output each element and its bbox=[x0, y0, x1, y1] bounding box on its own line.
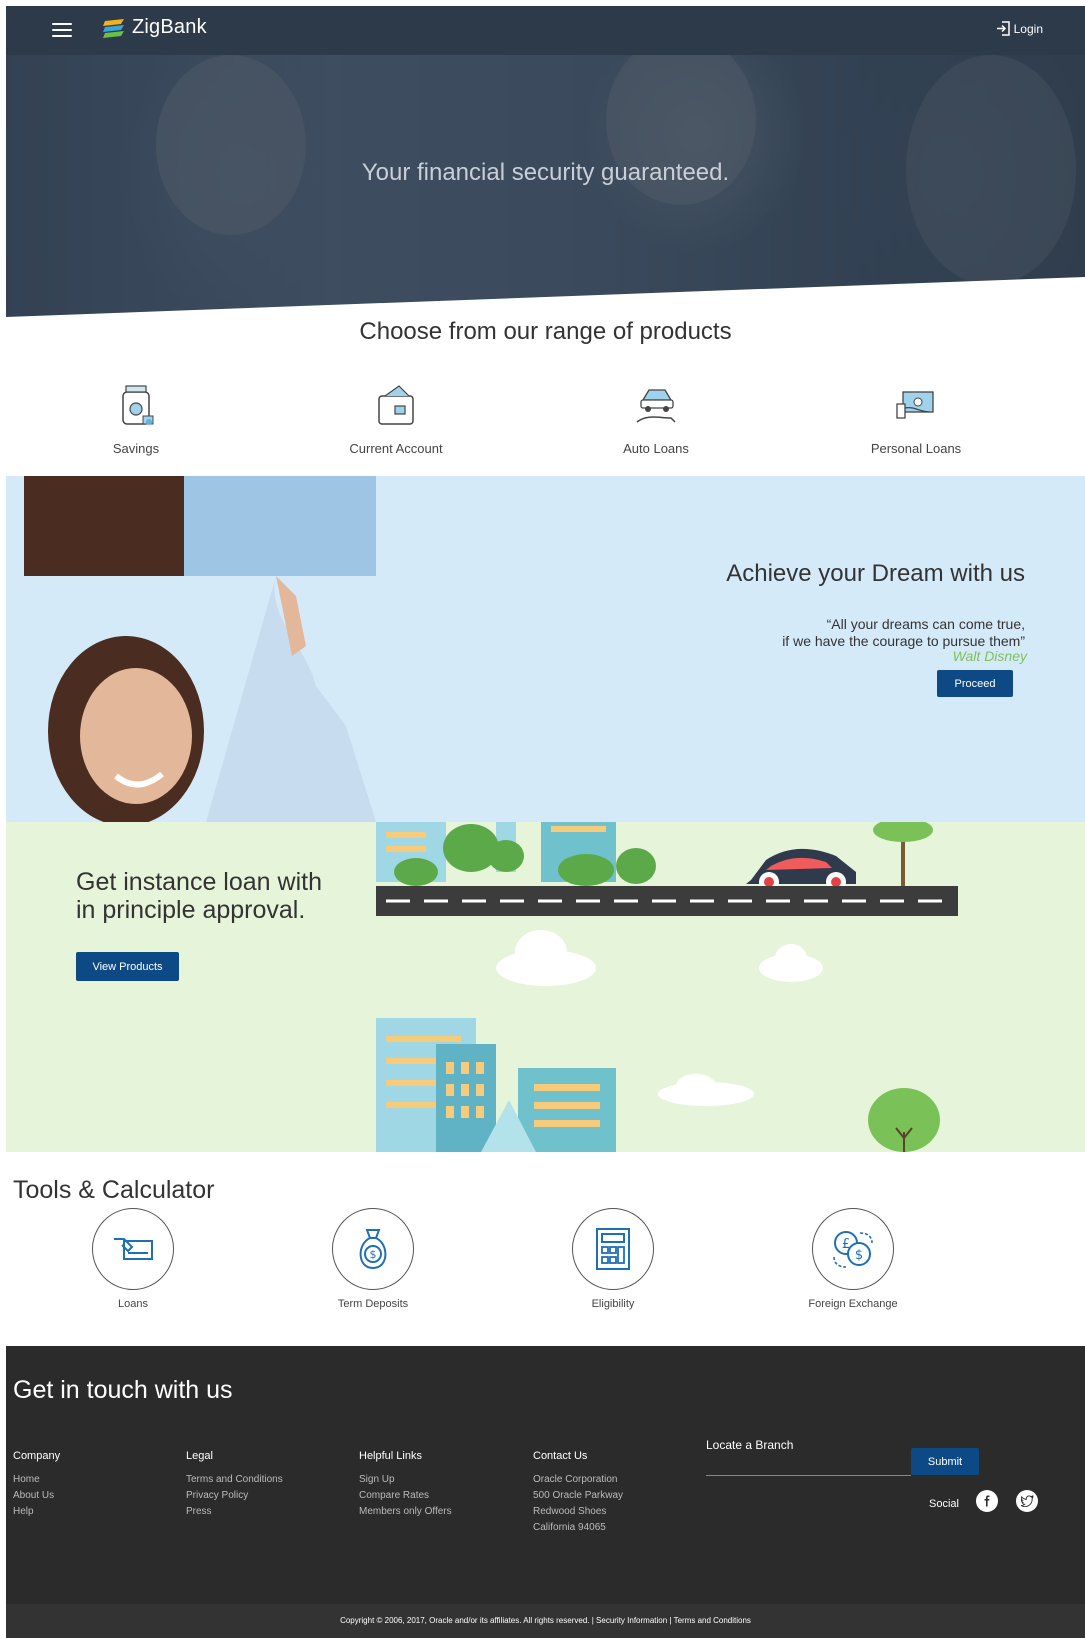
contact-line: Oracle Corporation bbox=[533, 1474, 618, 1485]
product-label: Auto Loans bbox=[623, 441, 689, 456]
twitter-icon[interactable] bbox=[1016, 1490, 1038, 1512]
loan-title-line-1: Get instance loan with bbox=[76, 868, 322, 896]
copyright-text: Copyright © 2006, 2017, Oracle and/or it… bbox=[340, 1616, 594, 1625]
security-information-link[interactable]: Security Information bbox=[596, 1616, 667, 1625]
hamburger-menu-icon[interactable] bbox=[52, 23, 72, 37]
tool-label: Eligibility bbox=[591, 1298, 635, 1310]
tool-loans[interactable]: Loans bbox=[48, 1208, 218, 1310]
contact-line: 500 Oracle Parkway bbox=[533, 1490, 624, 1501]
footer-heading: Company bbox=[13, 1450, 61, 1462]
facebook-icon[interactable] bbox=[976, 1490, 998, 1512]
footer-heading: Legal bbox=[186, 1450, 213, 1462]
tool-circle: £ $ bbox=[812, 1208, 894, 1290]
cash-hand-icon bbox=[896, 391, 934, 419]
footer-link-terms[interactable]: Terms and Conditions bbox=[186, 1472, 283, 1488]
tool-circle bbox=[572, 1208, 654, 1290]
brand-name: ZigBank bbox=[132, 16, 207, 38]
tool-label: Term Deposits bbox=[337, 1298, 409, 1310]
footer-link-home[interactable]: Home bbox=[13, 1472, 60, 1488]
footer-column-helpful-links: Helpful Links Sign Up Compare Rates Memb… bbox=[359, 1450, 452, 1520]
footer-link-members-offers[interactable]: Members only Offers bbox=[359, 1504, 452, 1520]
social-label: Social bbox=[929, 1498, 959, 1510]
tool-label: Foreign Exchange bbox=[808, 1298, 898, 1310]
products-row: Savings Current Account Auto Loans Perso… bbox=[6, 378, 1085, 468]
hero-slant-divider bbox=[6, 277, 1085, 317]
footer-link-help[interactable]: Help bbox=[13, 1504, 60, 1520]
wallet-icon bbox=[378, 385, 414, 425]
footer-column-contact: Contact Us Oracle Corporation 500 Oracle… bbox=[533, 1450, 623, 1536]
dream-title: Achieve your Dream with us bbox=[726, 560, 1025, 587]
zigbank-logo-icon bbox=[103, 18, 124, 38]
top-bar: ZigBank Login bbox=[6, 6, 1085, 55]
products-title: Choose from our range of products bbox=[359, 318, 732, 345]
footer-link-press[interactable]: Press bbox=[186, 1504, 283, 1520]
svg-text:$: $ bbox=[855, 1248, 863, 1263]
brand-logo[interactable]: ZigBank bbox=[102, 16, 207, 39]
product-label: Current Account bbox=[349, 441, 443, 456]
svg-text:$: $ bbox=[370, 1248, 377, 1261]
footer-link-sign-up[interactable]: Sign Up bbox=[359, 1472, 452, 1488]
quote-line-1: “All your dreams can come true, bbox=[826, 616, 1025, 632]
contact-line: Redwood Shoes bbox=[533, 1506, 607, 1517]
login-button[interactable]: Login bbox=[996, 21, 1043, 36]
tool-eligibility[interactable]: Eligibility bbox=[528, 1208, 698, 1310]
footer-link-privacy[interactable]: Privacy Policy bbox=[186, 1488, 283, 1504]
page: ZigBank Login Your financial security gu… bbox=[6, 6, 1085, 1638]
money-bag-icon: $ bbox=[359, 1229, 387, 1270]
footer-link-about-us[interactable]: About Us bbox=[13, 1488, 60, 1504]
loan-title-line-2: in principle approval. bbox=[76, 896, 306, 924]
footer-link-compare-rates[interactable]: Compare Rates bbox=[359, 1488, 452, 1504]
quote-author: Walt Disney bbox=[952, 648, 1027, 664]
hero-tagline: Your financial security guaranteed. bbox=[361, 159, 730, 186]
proceed-button[interactable]: Proceed bbox=[937, 670, 1013, 697]
product-personal-loans[interactable]: Personal Loans bbox=[836, 378, 996, 456]
tool-term-deposits[interactable]: $ Term Deposits bbox=[288, 1208, 458, 1310]
contact-line: California 94065 bbox=[533, 1522, 606, 1533]
terms-and-conditions-link[interactable]: Terms and Conditions bbox=[674, 1616, 751, 1625]
product-label: Personal Loans bbox=[870, 441, 962, 456]
calculator-icon bbox=[596, 1228, 630, 1270]
footer-title: Get in touch with us bbox=[13, 1376, 233, 1404]
tool-circle: $ bbox=[332, 1208, 414, 1290]
dream-quote: “All your dreams can come true, if we ha… bbox=[782, 616, 1025, 650]
savings-jar-icon bbox=[122, 385, 154, 425]
login-label: Login bbox=[1013, 21, 1043, 36]
view-products-button[interactable]: View Products bbox=[76, 952, 179, 981]
tools-title: Tools & Calculator bbox=[13, 1176, 215, 1204]
footer: Get in touch with us Company Home About … bbox=[6, 1346, 1085, 1638]
copyright-bar: Copyright © 2006, 2017, Oracle and/or it… bbox=[6, 1604, 1085, 1638]
copyright-separator: | bbox=[669, 1616, 672, 1625]
footer-heading: Contact Us bbox=[533, 1450, 588, 1462]
dream-woman-illustration bbox=[24, 476, 376, 822]
tool-circle bbox=[92, 1208, 174, 1290]
car-hand-icon bbox=[636, 389, 676, 423]
product-savings[interactable]: Savings bbox=[56, 378, 216, 456]
currency-exchange-icon: £ $ bbox=[833, 1231, 873, 1268]
loan-card-icon bbox=[114, 1238, 153, 1260]
footer-heading: Helpful Links bbox=[359, 1450, 422, 1462]
submit-button[interactable]: Submit bbox=[911, 1448, 979, 1475]
footer-column-company: Company Home About Us Help bbox=[13, 1450, 60, 1520]
login-icon bbox=[996, 21, 1010, 36]
dream-banner: Achieve your Dream with us “All your dre… bbox=[6, 476, 1085, 822]
hero-banner: Your financial security guaranteed. bbox=[6, 55, 1085, 317]
footer-column-legal: Legal Terms and Conditions Privacy Polic… bbox=[186, 1450, 283, 1520]
product-label: Savings bbox=[112, 441, 160, 456]
product-auto-loans[interactable]: Auto Loans bbox=[576, 378, 736, 456]
product-current-account[interactable]: Current Account bbox=[316, 378, 476, 456]
branch-search-input[interactable] bbox=[706, 1450, 911, 1476]
loan-banner: Get instance loan with in principle appr… bbox=[6, 822, 1085, 1152]
tool-label: Loans bbox=[118, 1298, 148, 1310]
loan-title: Get instance loan with in principle appr… bbox=[76, 868, 322, 924]
tool-foreign-exchange[interactable]: £ $ Foreign Exchange bbox=[768, 1208, 938, 1310]
